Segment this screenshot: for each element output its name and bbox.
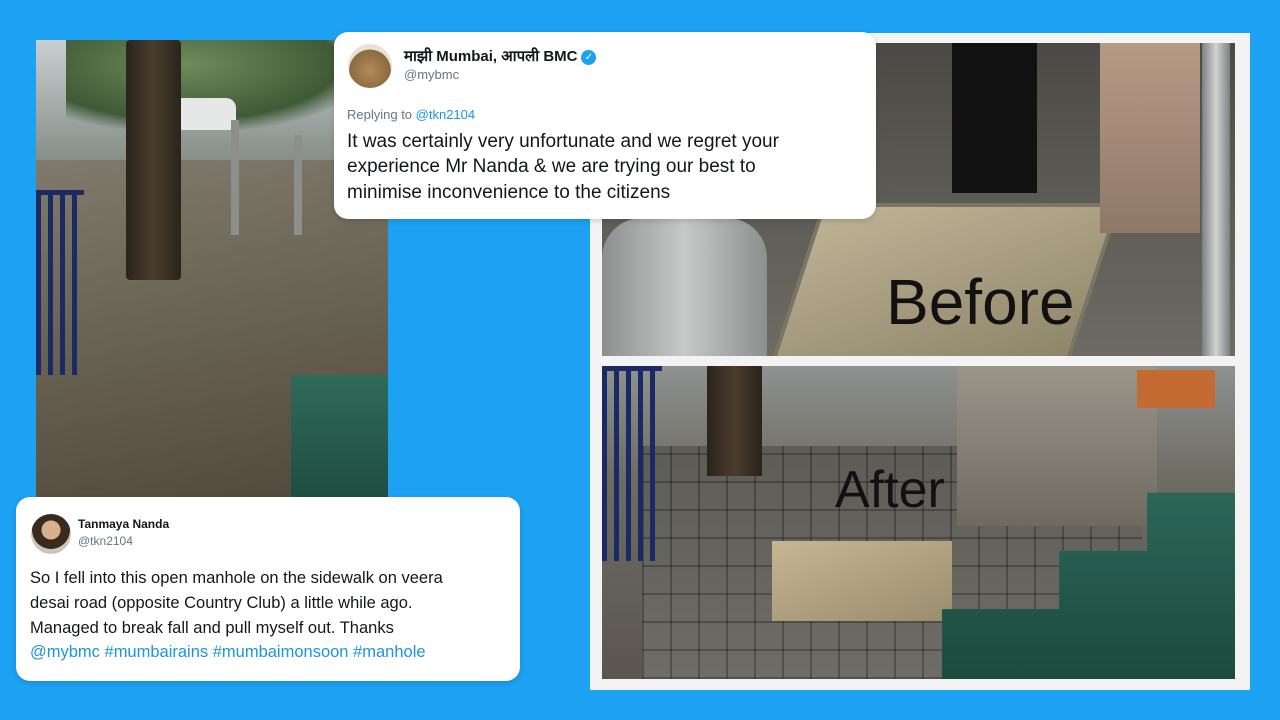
before-label: Before — [886, 266, 1075, 338]
tweet-handle[interactable]: @tkn2104 — [78, 534, 133, 548]
replying-prefix: Replying to — [347, 107, 416, 122]
bmc-avatar[interactable] — [348, 44, 392, 88]
person-legs — [952, 43, 1037, 193]
replying-to: Replying to @tkn2104 — [347, 107, 475, 122]
hashtag-link[interactable]: #mumbairains — [105, 643, 209, 661]
hashtag-link[interactable]: #manhole — [353, 643, 425, 661]
after-label: After — [835, 461, 945, 519]
hashtag-link[interactable]: #mumbaimonsoon — [213, 643, 349, 661]
tree-trunk — [126, 40, 181, 280]
green-steps — [291, 375, 388, 498]
tweet-line: minimise inconvenience to the citizens — [347, 181, 671, 203]
tweet-body: So I fell into this open manhole on the … — [30, 566, 443, 665]
tweet-links-line: @mybmc #mumbairains #mumbaimonsoon #manh… — [30, 640, 443, 665]
red-box — [1137, 370, 1215, 408]
blue-railing — [602, 366, 662, 561]
steel-pole — [1202, 43, 1230, 356]
blue-railing — [36, 190, 84, 375]
wall — [1100, 43, 1200, 233]
steel-bin — [602, 218, 767, 356]
nanda-avatar[interactable] — [31, 514, 71, 554]
tweet-card-bmc[interactable]: माझी Mumbai, आपली BMC ✓ @mybmc Replying t… — [334, 32, 876, 219]
tweet-display-name[interactable]: माझी Mumbai, आपली BMC — [404, 48, 577, 65]
tweet-handle[interactable]: @mybmc — [404, 67, 459, 82]
verified-badge-icon: ✓ — [581, 49, 597, 65]
tweet-line: So I fell into this open manhole on the … — [30, 569, 443, 587]
mention-link[interactable]: @mybmc — [30, 643, 100, 661]
tweet-display-name[interactable]: Tanmaya Nanda — [78, 517, 169, 531]
after-photo: After — [602, 366, 1235, 679]
tweet-line: desai road (opposite Country Club) a lit… — [30, 593, 413, 612]
tree-trunk — [707, 366, 762, 476]
tweet-line: Managed to break fall and pull myself ou… — [30, 618, 394, 637]
bollard — [231, 120, 239, 235]
tweet-card-nanda[interactable]: Tanmaya Nanda @tkn2104 So I fell into th… — [16, 497, 520, 681]
tweet-line: experience Mr Nanda & we are trying our … — [347, 156, 756, 178]
closed-manhole — [772, 541, 952, 621]
bollard — [294, 135, 302, 235]
tweet-line: It was certainly very unfortunate and we… — [347, 131, 779, 152]
tweet-body: It was certainly very unfortunate and we… — [347, 129, 779, 205]
replying-handle-link[interactable]: @tkn2104 — [416, 107, 475, 122]
stained-wall — [957, 366, 1157, 526]
